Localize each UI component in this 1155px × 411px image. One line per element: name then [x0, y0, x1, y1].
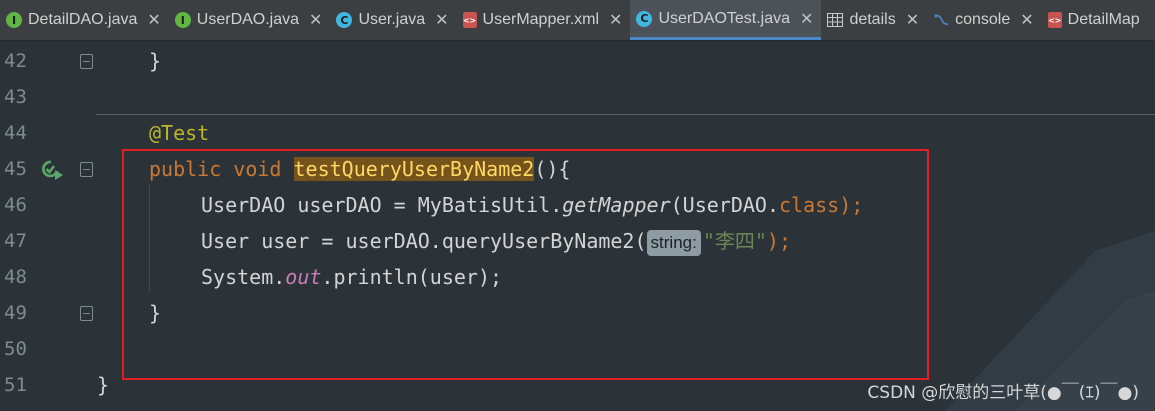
code-text: } — [149, 49, 162, 73]
tab-usermapper[interactable]: <> UserMapper.xml ✕ — [457, 0, 631, 40]
tab-label: details — [849, 11, 896, 28]
code-line[interactable]: 44 @Test — [0, 115, 1155, 151]
line-number: 44 — [4, 122, 27, 144]
tab-label: DetailDAO.java — [28, 11, 138, 28]
tab-user[interactable]: C User.java ✕ — [330, 0, 456, 40]
line-number: 45 — [4, 158, 27, 180]
tab-console[interactable]: console ✕ — [927, 0, 1042, 40]
code-text: } — [97, 373, 110, 397]
fold-icon[interactable] — [80, 162, 93, 177]
tab-label: DetailMap — [1067, 11, 1140, 28]
test-class-icon: C — [636, 10, 653, 27]
interface-icon: I — [6, 12, 22, 28]
line-number: 42 — [4, 50, 27, 72]
tab-userdao[interactable]: I UserDAO.java ✕ — [169, 0, 331, 40]
line-number: 49 — [4, 302, 27, 324]
table-icon — [827, 13, 844, 27]
line-number: 43 — [4, 86, 27, 108]
tab-detaildao[interactable]: I DetailDAO.java ✕ — [0, 0, 169, 40]
tab-label: UserDAOTest.java — [658, 9, 791, 27]
close-icon[interactable]: ✕ — [309, 10, 322, 30]
line-number: 50 — [4, 338, 27, 360]
close-icon[interactable]: ✕ — [147, 10, 160, 30]
tab-detailmapper[interactable]: <> DetailMap — [1042, 0, 1148, 40]
tab-label: User.java — [358, 11, 426, 28]
xml-icon: <> — [1047, 12, 1062, 28]
editor-tab-bar: I DetailDAO.java ✕ I UserDAO.java ✕ C Us… — [0, 0, 1155, 41]
tab-userdaotest[interactable]: C UserDAOTest.java ✕ — [630, 0, 822, 40]
fold-icon[interactable] — [80, 306, 93, 321]
line-number: 48 — [4, 266, 27, 288]
line-number: 46 — [4, 194, 27, 216]
watermark: CSDN @欣慰的三叶草(●￣(ｴ)￣●) — [867, 383, 1139, 403]
close-icon[interactable]: ✕ — [435, 10, 448, 30]
code-line[interactable]: 43 — [0, 79, 1155, 115]
code-line[interactable]: 42 } — [0, 43, 1155, 79]
xml-icon: <> — [462, 12, 477, 28]
close-icon[interactable]: ✕ — [609, 10, 622, 30]
line-number: 51 — [4, 374, 27, 396]
highlight-box — [122, 149, 929, 380]
console-icon — [933, 12, 949, 28]
run-test-icon[interactable] — [40, 158, 64, 182]
fold-icon[interactable] — [80, 54, 93, 69]
close-icon[interactable]: ✕ — [1020, 10, 1033, 30]
close-icon[interactable]: ✕ — [906, 10, 919, 30]
code-editor[interactable]: 42 } 43 44 @Test 45 public void testQuer… — [0, 41, 1155, 411]
annotation-text: @Test — [149, 121, 210, 145]
tab-details[interactable]: details ✕ — [821, 0, 927, 40]
line-number: 47 — [4, 230, 27, 252]
tab-label: console — [955, 11, 1011, 28]
class-icon: C — [336, 12, 353, 28]
tab-label: UserMapper.xml — [482, 11, 600, 28]
close-icon[interactable]: ✕ — [800, 9, 813, 29]
tab-label: UserDAO.java — [196, 11, 300, 28]
interface-icon: I — [174, 12, 191, 28]
